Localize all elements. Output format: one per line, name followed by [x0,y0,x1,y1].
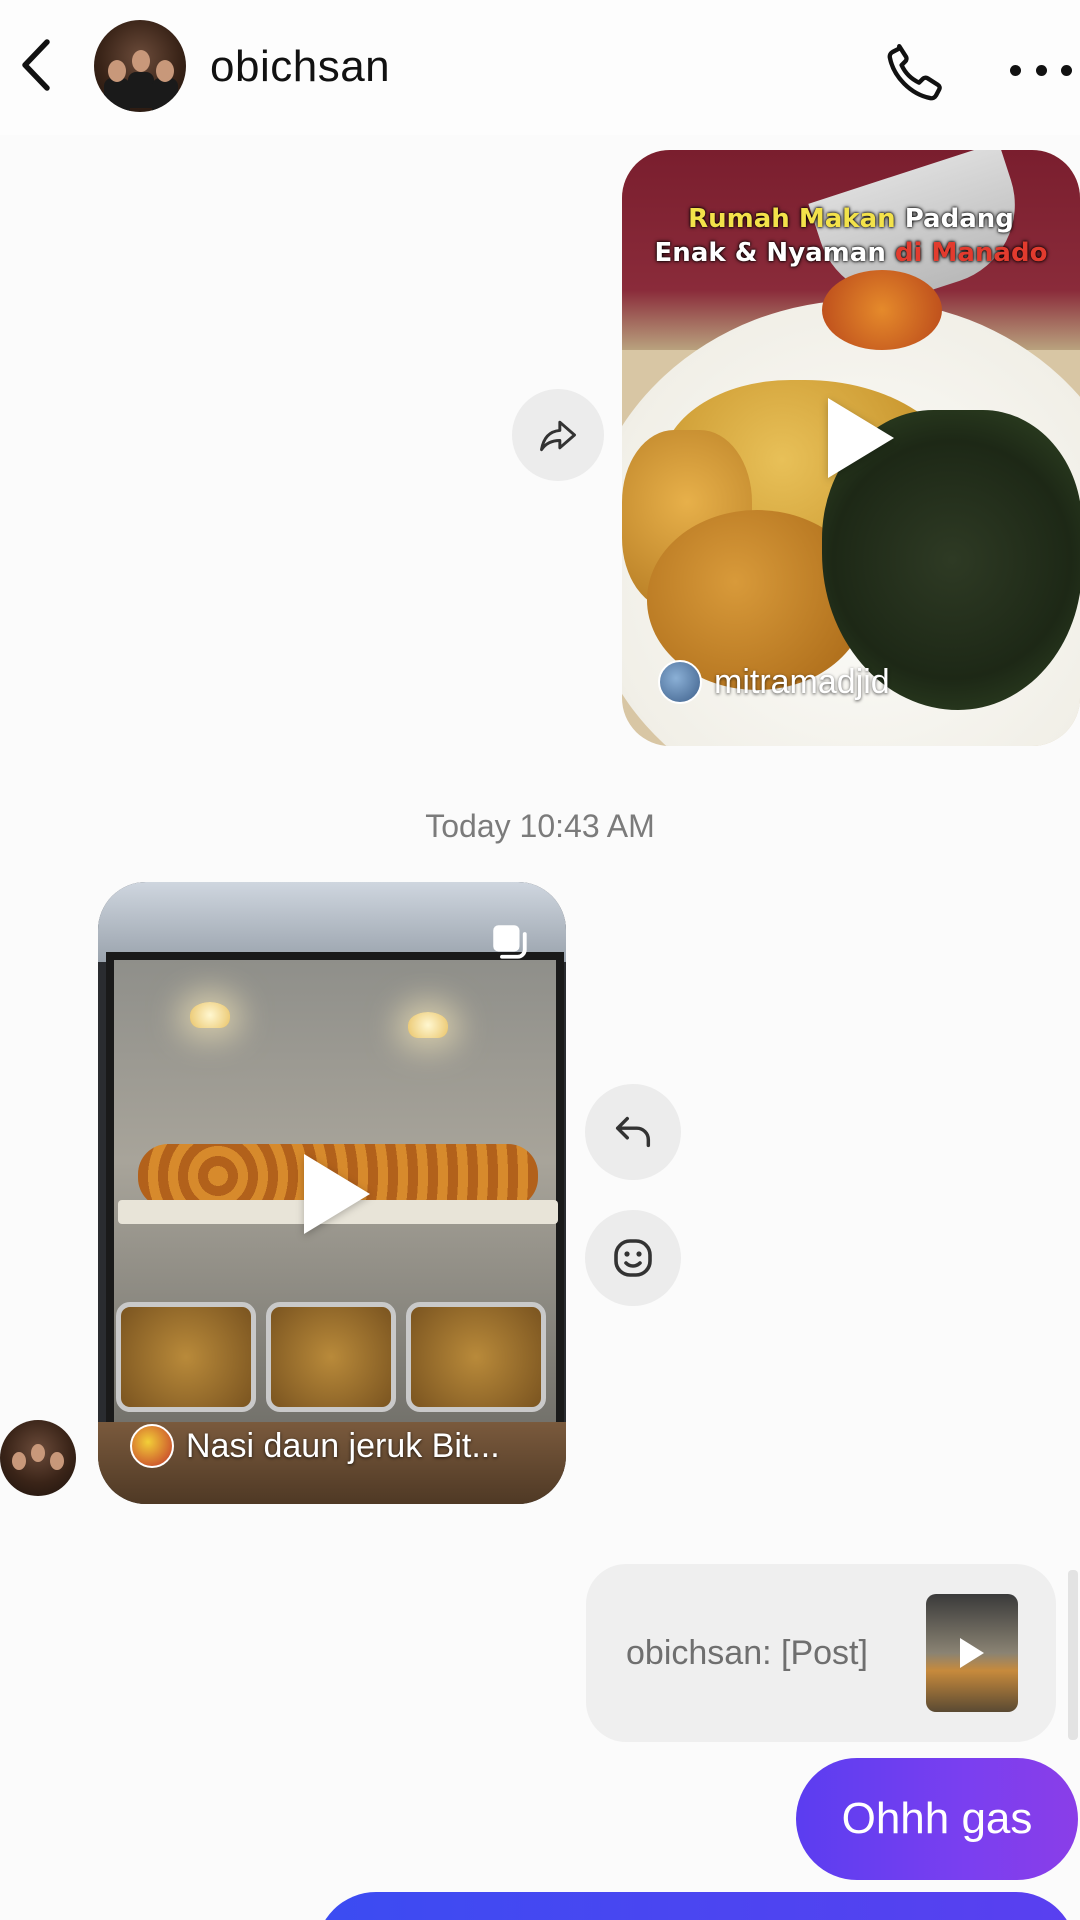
share-button[interactable] [512,389,604,481]
quote-divider [1068,1570,1078,1740]
creator-username: mitramadjid [714,662,890,701]
sender-avatar[interactable] [0,1420,76,1496]
phone-icon [887,43,942,101]
reel-creator[interactable]: Nasi daun jeruk Bit... [130,1424,500,1468]
contact-username[interactable]: obichsan [210,42,390,92]
shared-reel-padang[interactable]: Rumah Makan Padang Enak & Nyaman di Mana… [622,150,1080,746]
reel-caption-overlay: Rumah Makan Padang Enak & Nyaman di Mana… [654,204,1048,268]
share-arrow-icon [540,420,576,452]
react-button[interactable] [585,1210,681,1306]
call-button[interactable] [880,38,950,108]
reel-creator[interactable]: mitramadjid [658,660,890,704]
sent-message-bubble[interactable]: Ohhh gas [796,1758,1078,1880]
more-horizontal-icon [1010,64,1021,76]
reply-quote-bubble[interactable]: obichsan: [Post] [586,1564,1056,1742]
reply-arrow-icon [615,1116,651,1148]
sent-message-bubble-partial[interactable] [316,1892,1076,1920]
back-button[interactable] [8,32,64,98]
quoted-message-text: obichsan: [Post] [626,1634,868,1672]
contact-avatar[interactable] [94,20,186,112]
reply-button[interactable] [585,1084,681,1180]
shared-reel-display-case[interactable]: Nasi daun jeruk Bit... [98,882,566,1504]
play-icon [828,398,894,478]
emoji-face-icon [614,1239,652,1277]
chat-header: obichsan [0,0,1080,135]
play-icon [304,1154,370,1234]
creator-avatar [658,660,702,704]
creator-avatar [130,1424,174,1468]
carousel-icon [493,925,527,959]
creator-username: Nasi daun jeruk Bit... [186,1426,500,1465]
quoted-post-thumbnail [926,1594,1018,1712]
message-timestamp: Today 10:43 AM [425,808,655,844]
play-icon [960,1638,984,1668]
chevron-left-icon [22,39,50,91]
more-options-button[interactable] [1010,50,1072,90]
